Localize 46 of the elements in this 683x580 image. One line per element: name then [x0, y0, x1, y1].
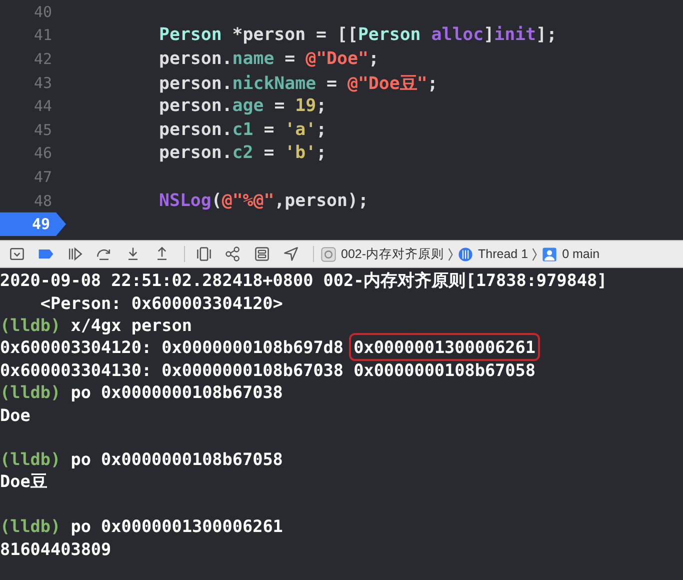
breadcrumb-item[interactable]: Thread 1 — [478, 247, 528, 261]
line-number: 45 — [32, 120, 53, 141]
line-number: 48 — [32, 190, 53, 212]
environment-icon[interactable] — [253, 245, 271, 263]
console-text: x/4gx person — [70, 314, 192, 335]
lldb-prompt: (lldb) — [0, 516, 61, 536]
code-line: person.nickName = @"Doe豆"; — [159, 72, 438, 95]
console-text: po 0x0000000108b67038 — [70, 382, 283, 402]
user-frame-icon — [541, 246, 558, 262]
console-text: 81604403809 — [0, 538, 112, 559]
line-number: 41 — [32, 25, 53, 46]
continue-icon[interactable] — [66, 245, 84, 263]
line-number: 44 — [32, 96, 53, 118]
breadcrumb-item[interactable]: 0 main — [562, 247, 600, 261]
lldb-prompt: (lldb) — [0, 314, 61, 335]
lldb-prompt: (lldb) — [0, 449, 61, 470]
console-text: 2020-09-08 22:51:02.282418+0800 002-内存对齐原则[17838:979848] — [0, 268, 608, 292]
code-line: person.name = @"Doe"; — [159, 48, 379, 69]
console-text: 0x600003304130: 0x0000000108b67038 0x0000000108b67058 — [0, 360, 536, 380]
location-icon[interactable] — [282, 245, 300, 263]
hide-console-icon[interactable] — [8, 245, 26, 263]
line-number: 47 — [32, 166, 53, 188]
code-line: person.age = 19; — [159, 96, 327, 116]
console-text: Doe豆 — [0, 470, 48, 494]
chevron-icon — [447, 246, 454, 262]
breadcrumb-item[interactable]: 002-内存对齐原则 — [341, 246, 444, 262]
line-number: 46 — [32, 143, 53, 164]
code-line: NSLog(@"%@",person); — [159, 190, 368, 211]
code-line: person.c2 = 'b'; — [159, 143, 327, 164]
line-number: 40 — [32, 2, 53, 23]
memory-graph-icon[interactable] — [224, 245, 242, 263]
code-line: person.c1 = 'a'; — [159, 120, 327, 140]
lldb-prompt: (lldb) — [0, 382, 61, 402]
console-text: <Person: 0x600003304120> — [39, 292, 283, 313]
app-icon — [320, 246, 337, 262]
chevron-icon — [531, 246, 538, 262]
view-hierarchy-icon[interactable] — [195, 245, 213, 263]
console-text: 0x600003304120: 0x0000000108b697d8 — [0, 337, 345, 358]
line-number: 42 — [32, 48, 53, 70]
line-number: 43 — [32, 72, 53, 94]
highlighted-value: 0x0000001300006261 — [352, 336, 538, 358]
console-text: po 0x0000000108b67058 — [70, 449, 283, 470]
console-text: po 0x0000001300006261 — [70, 516, 283, 536]
thread-icon — [457, 246, 474, 262]
console-text: Doe — [0, 404, 30, 425]
code-line: Person *person = [[Person alloc]init]; — [159, 25, 557, 46]
